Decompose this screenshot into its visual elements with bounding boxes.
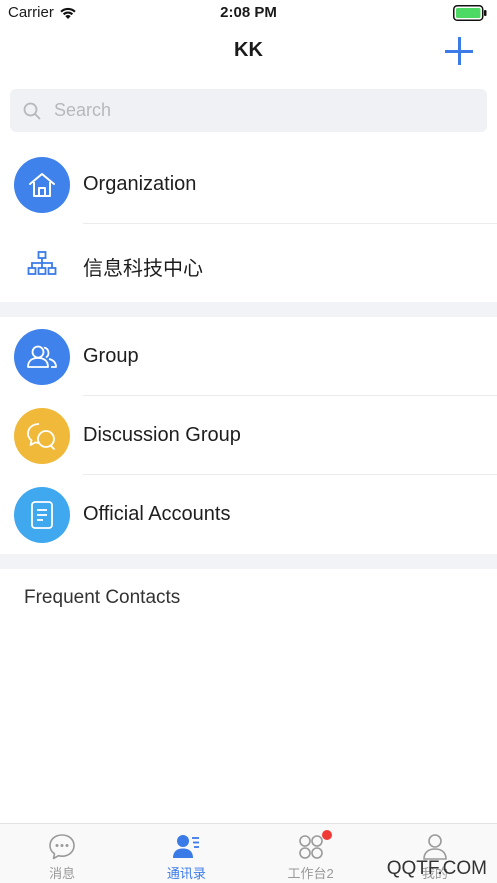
section-divider [0,302,497,317]
nav-bar: KK [0,26,497,78]
status-bar: Carrier 2:08 PM [0,0,497,26]
watermark: QQTF.COM [386,858,487,879]
group-icon [14,329,70,385]
tab-bar: 消息 通讯录 工作台2 我的 QQTF.COM [0,823,497,883]
department-label: 信息科技中心 [83,258,203,280]
department-row[interactable]: 信息科技中心 [0,224,497,303]
tab-workbench[interactable]: 工作台2 [249,824,373,883]
tab-label: 工作台2 [287,866,334,881]
official-accounts-icon [14,487,70,543]
org-chart-icon [27,251,57,275]
grid-icon [298,835,323,859]
search-placeholder: Search [54,100,112,120]
group-row[interactable]: Group [0,317,497,396]
contacts-icon [173,835,200,858]
add-button[interactable] [445,37,473,65]
official-accounts-row[interactable]: Official Accounts [0,475,497,554]
frequent-contacts-heading: Frequent Contacts [24,587,181,608]
organization-icon [14,157,70,213]
search-icon [23,102,41,119]
official-accounts-label: Official Accounts [83,503,231,525]
discussion-group-icon [14,408,70,464]
page-title: KK [234,39,263,61]
organization-row[interactable]: Organization [0,145,497,224]
group-label: Group [83,345,139,367]
discussion-group-label: Discussion Group [83,424,241,446]
chat-bubble-icon [49,834,75,860]
organization-label: Organization [83,173,197,195]
search-input[interactable]: Search [10,89,487,132]
tab-label: 通讯录 [166,866,206,881]
discussion-group-row[interactable]: Discussion Group [0,396,497,475]
section-divider [0,554,497,569]
tab-contacts[interactable]: 通讯录 [124,824,248,883]
notification-badge [321,830,332,840]
tab-messages[interactable]: 消息 [0,824,124,883]
battery-icon [453,5,487,21]
status-time: 2:08 PM [220,4,277,21]
tab-label: 消息 [49,866,76,881]
